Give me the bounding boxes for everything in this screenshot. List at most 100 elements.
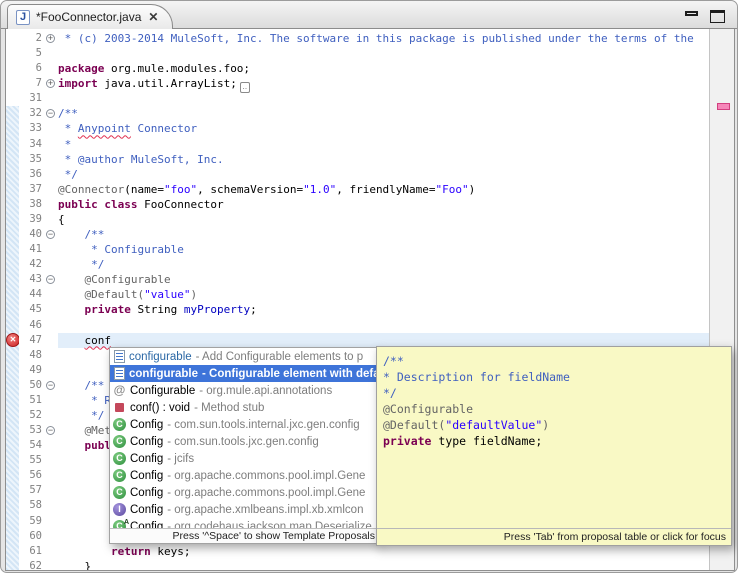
line-number: 43 — [29, 272, 42, 287]
fold-expand-icon[interactable]: + — [46, 34, 55, 43]
proposal-item-selected[interactable]: configurable - Configurable element with… — [110, 365, 378, 382]
content-assist-popup: configurable - Add Configurable elements… — [109, 347, 379, 544]
overview-pink-marker[interactable] — [717, 103, 730, 110]
class-icon: C — [113, 486, 126, 499]
interface-icon: I — [113, 503, 126, 516]
proposal-item[interactable]: CConfig - org.apache.commons.pool.impl.G… — [110, 484, 378, 501]
code-line[interactable]: publ — [58, 438, 111, 453]
annotation-icon: @ — [113, 384, 126, 397]
line-number: 60 — [29, 529, 42, 544]
code-line[interactable]: */ — [58, 167, 78, 182]
error-marker-icon[interactable]: ✕ — [6, 333, 20, 347]
fold-collapse-icon[interactable]: − — [46, 230, 55, 239]
java-file-icon: J — [16, 10, 30, 25]
fold-collapse-icon[interactable]: − — [46, 275, 55, 284]
line-number: 37 — [29, 182, 42, 197]
proposal-item[interactable]: I Config - org.apache.xmlbeans.impl.xb.xm… — [110, 501, 378, 518]
line-number: 7 — [36, 76, 42, 91]
code-line[interactable]: */ — [58, 408, 104, 423]
eclipse-editor-window: J *FooConnector.java ✕ ✕ 256731323334353… — [0, 0, 738, 573]
folded-region-box: ‥ — [240, 82, 250, 93]
view-controls — [685, 10, 725, 23]
proposal-item[interactable]: CConfig - com.sun.tools.jxc.gen.config — [110, 433, 378, 450]
proposal-item[interactable]: @ Configurable - org.mule.api.annotations — [110, 382, 378, 399]
preview-code-line: @Configurable — [383, 401, 725, 417]
proposal-name: Config — [130, 521, 163, 529]
proposal-description: - Add Configurable elements to p — [196, 351, 364, 363]
line-number: 2 — [36, 31, 42, 46]
proposal-item[interactable]: CConfig - org.apache.commons.pool.impl.G… — [110, 467, 378, 484]
maximize-view-button[interactable] — [710, 10, 725, 23]
line-number: 39 — [29, 212, 42, 227]
proposal-description: - Configurable element with defa — [202, 368, 378, 380]
code-line[interactable]: * — [58, 137, 71, 152]
line-number: 56 — [29, 468, 42, 483]
line-number: 38 — [29, 197, 42, 212]
code-line[interactable]: conf — [58, 333, 111, 348]
fold-collapse-icon[interactable]: − — [46, 426, 55, 435]
minimize-view-button[interactable] — [685, 11, 698, 16]
editor-tab-bar: J *FooConnector.java ✕ — [1, 1, 737, 29]
code-line[interactable]: /** — [58, 378, 104, 393]
folding-ruler[interactable]: + + − − − − − — [45, 29, 58, 570]
code-line[interactable]: * Anypoint Connector — [58, 121, 197, 136]
fold-collapse-icon[interactable]: − — [46, 109, 55, 118]
proposal-name: Config — [130, 487, 163, 499]
code-line[interactable]: * @author MuleSoft, Inc. — [58, 152, 224, 167]
line-number: 35 — [29, 152, 42, 167]
proposal-name: Configurable — [130, 385, 195, 397]
fold-collapse-icon[interactable]: − — [46, 381, 55, 390]
line-number: 31 — [29, 91, 42, 106]
class-icon: C — [113, 435, 126, 448]
line-number: 61 — [29, 544, 42, 559]
code-line[interactable]: @Connector(name="foo", schemaVersion="1.… — [58, 182, 475, 197]
code-line[interactable]: * Configurable — [58, 242, 184, 257]
proposal-status-bar: Press '^Space' to show Template Proposal… — [110, 528, 378, 543]
code-line[interactable]: /** — [58, 106, 78, 121]
proposal-item[interactable]: CAConfig - org.codehaus.jackson.map.Dese… — [110, 518, 378, 528]
proposal-item[interactable]: conf() : void - Method stub — [110, 399, 378, 416]
line-number: 49 — [29, 363, 42, 378]
line-number: 45 — [29, 302, 42, 317]
proposal-description: - org.mule.api.annotations — [199, 385, 332, 397]
line-number: 32 — [29, 106, 42, 121]
code-line[interactable]: @Met — [58, 423, 111, 438]
proposal-name: Config — [130, 504, 163, 516]
line-number: 62 — [29, 559, 42, 571]
class-icon: C — [113, 418, 126, 431]
proposal-item[interactable]: configurable - Add Configurable elements… — [110, 348, 378, 365]
code-line[interactable]: package org.mule.modules.foo; — [58, 61, 250, 76]
proposal-list[interactable]: configurable - Add Configurable elements… — [110, 348, 378, 528]
code-line[interactable]: public class FooConnector — [58, 197, 224, 212]
line-number: 48 — [29, 348, 42, 363]
fold-expand-icon[interactable]: + — [46, 79, 55, 88]
proposal-description: - org.codehaus.jackson.map.Deserialize — [167, 521, 372, 529]
proposal-name: Config — [130, 470, 163, 482]
line-number: 50 — [29, 378, 42, 393]
proposal-description: - org.apache.xmlbeans.impl.xb.xmlcon — [167, 504, 363, 516]
code-line[interactable]: { — [58, 212, 65, 227]
code-line[interactable]: /** — [58, 227, 104, 242]
proposal-item[interactable]: CConfig - jcifs — [110, 450, 378, 467]
preview-code-line: * Description for fieldName — [383, 369, 725, 385]
proposal-name: Config — [130, 419, 163, 431]
code-line[interactable]: */ — [58, 257, 104, 272]
code-line[interactable]: @Default("value") — [58, 287, 197, 302]
proposal-preview-code: /*** Description for fieldName*/@Configu… — [377, 347, 731, 449]
code-line[interactable]: * R — [58, 393, 111, 408]
template-icon — [114, 367, 125, 380]
line-number: 6 — [36, 61, 42, 76]
annotation-ruler[interactable]: ✕ — [6, 29, 19, 570]
code-line[interactable]: @Configurable — [58, 272, 171, 287]
code-line[interactable]: return keys; — [58, 544, 190, 559]
preview-code-line: private type fieldName; — [383, 433, 725, 449]
code-line[interactable]: import java.util.ArrayList;‥ — [58, 76, 250, 91]
code-line[interactable]: private String myProperty; — [58, 302, 257, 317]
class-icon: C — [113, 452, 126, 465]
editor-tab-fooconnector[interactable]: J *FooConnector.java ✕ — [7, 4, 173, 29]
line-number: 53 — [29, 423, 42, 438]
tab-close-icon[interactable]: ✕ — [147, 10, 159, 24]
proposal-item[interactable]: CConfig - com.sun.tools.internal.jxc.gen… — [110, 416, 378, 433]
code-line[interactable]: } — [58, 559, 91, 570]
code-line[interactable]: * (c) 2003-2014 MuleSoft, Inc. The softw… — [58, 31, 694, 46]
